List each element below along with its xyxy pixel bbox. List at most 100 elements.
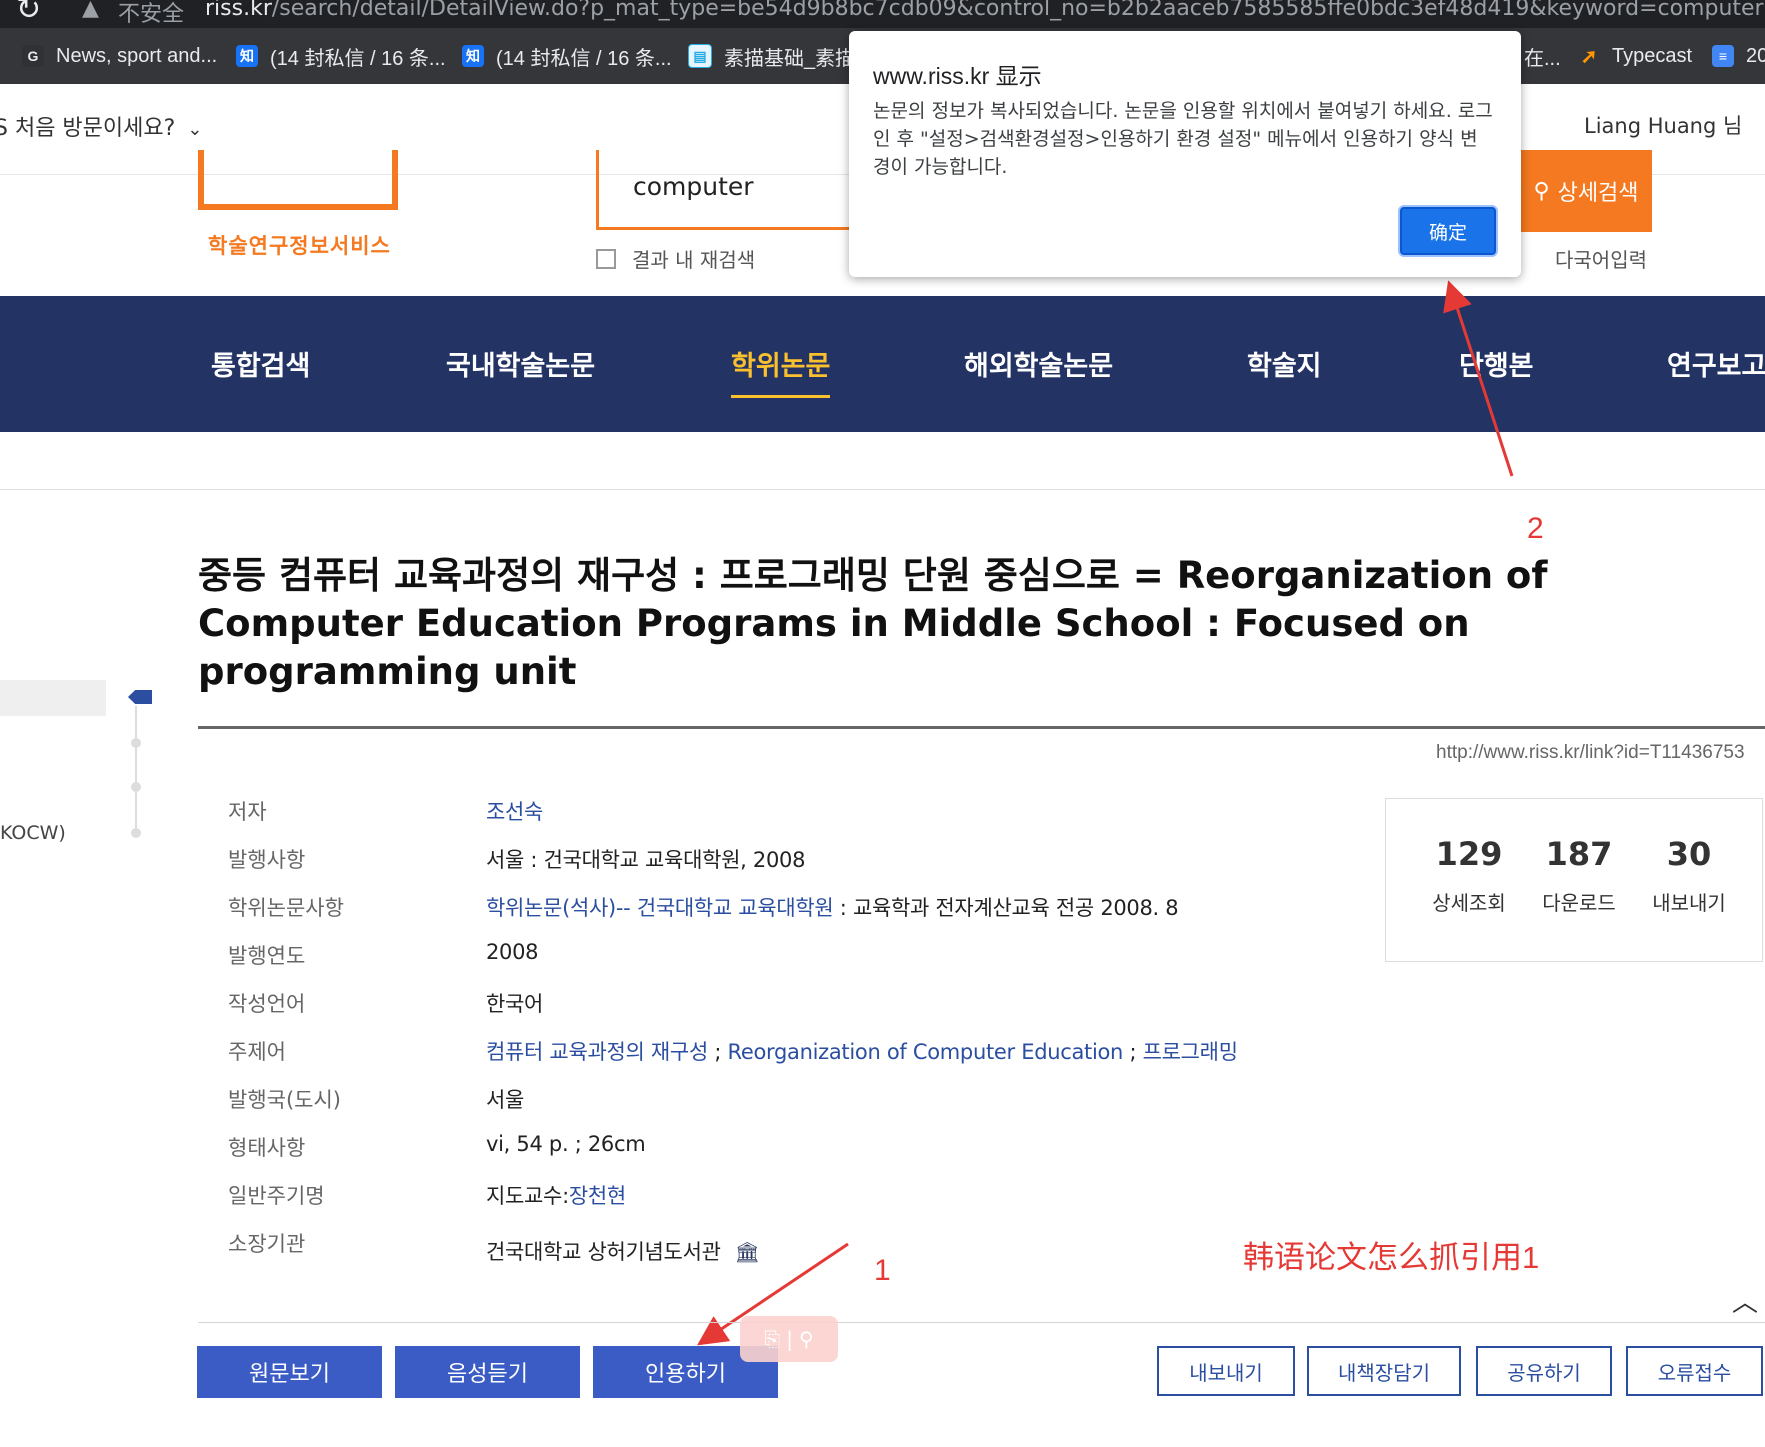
- nav-books[interactable]: 단행본: [1459, 344, 1534, 383]
- bookmark-item[interactable]: 在...: [1524, 44, 1561, 70]
- search-icon[interactable]: ⚲: [799, 1327, 814, 1351]
- meta-value: 건국대학교 상허기념도서관 🏛: [486, 1236, 760, 1266]
- nav-dissertations[interactable]: 학위논문: [731, 344, 831, 398]
- bookmark-label: News, sport and...: [56, 44, 218, 67]
- actions-divider: [198, 1322, 1765, 1323]
- meta-label: 형태사항: [228, 1136, 306, 1160]
- author-link[interactable]: 조선숙: [486, 796, 543, 826]
- nav-domestic-papers[interactable]: 국내학술논문: [446, 344, 595, 383]
- report-error-button[interactable]: 오류접수: [1626, 1346, 1763, 1396]
- floating-toolbar[interactable]: ⎘ | ⚲: [740, 1316, 838, 1362]
- library-building-icon[interactable]: 🏛: [735, 1240, 760, 1264]
- reload-icon[interactable]: ↻: [16, 0, 41, 27]
- side-ocw-label[interactable]: KOCW): [0, 822, 66, 844]
- nav-research-reports[interactable]: 연구보고서: [1667, 344, 1765, 383]
- search-input[interactable]: computer: [596, 150, 856, 230]
- degree-link[interactable]: 학위논문(석사)-- 건국대학교 교육대학원: [486, 896, 834, 920]
- subject-separator: ;: [1123, 1040, 1143, 1064]
- research-within-option[interactable]: 결과 내 재검색: [596, 244, 755, 273]
- timeline-dot: [131, 782, 141, 792]
- first-visit-label: S 처음 방문이세요?: [0, 116, 176, 141]
- bookmark-item[interactable]: 知 (14 封私信 / 16 条...: [462, 44, 672, 70]
- bookmark-label: 20: [1746, 44, 1765, 67]
- stat-views: 129 상세조회: [1414, 835, 1524, 916]
- advanced-search-button[interactable]: ⚲ 상세검색: [1520, 150, 1652, 232]
- google-news-icon: G: [22, 45, 44, 67]
- meta-label: 저자: [228, 800, 267, 824]
- folder-icon: ≡: [1712, 45, 1734, 67]
- view-original-button[interactable]: 원문보기: [197, 1346, 382, 1398]
- url-path: /search/detail/DetailView.do?p_mat_type=…: [271, 0, 1764, 21]
- bookmark-item[interactable]: ≡ 20: [1712, 44, 1765, 68]
- alert-dialog: www.riss.kr 显示 논문의 정보가 복사되었습니다. 논문을 인용할 …: [849, 31, 1521, 277]
- add-to-bookshelf-button[interactable]: 내책장담기: [1307, 1346, 1461, 1396]
- bookmark-label: 在...: [1524, 47, 1561, 70]
- meta-value: 서울: [486, 1088, 525, 1112]
- nav-journals[interactable]: 학술지: [1247, 344, 1322, 383]
- usage-stats: 129 상세조회 187 다운로드 30 내보내기: [1385, 798, 1763, 962]
- meta-publisher: 발행사항 서울 : 건국대학교 교육대학원, 2008: [228, 844, 1328, 884]
- meta-label: 일반주기명: [228, 1184, 325, 1208]
- advanced-search-label: 상세검색: [1557, 181, 1639, 206]
- subject-link[interactable]: 프로그래밍: [1143, 1040, 1238, 1064]
- advisor-link[interactable]: 장천현: [569, 1184, 626, 1208]
- zhihu-icon: 知: [236, 45, 258, 67]
- url-field[interactable]: riss.kr/search/detail/DetailView.do?p_ma…: [205, 0, 1764, 21]
- first-visit-menu[interactable]: S 처음 방문이세요? ⌄: [0, 110, 202, 142]
- meta-author: 저자 조선숙: [228, 796, 1328, 836]
- stat-label: 상세조회: [1432, 891, 1506, 915]
- multilang-input-link[interactable]: 다국어입력: [1555, 244, 1647, 273]
- meta-label: 작성언어: [228, 992, 306, 1016]
- bookmark-item[interactable]: ➚ Typecast: [1578, 44, 1692, 68]
- nav-integrated-search[interactable]: 통합검색: [211, 344, 310, 383]
- listen-button[interactable]: 음성듣기: [395, 1346, 580, 1398]
- meta-label: 학위논문사항: [228, 896, 344, 920]
- permalink[interactable]: http://www.riss.kr/link?id=T11436753: [1436, 742, 1745, 764]
- stat-value: 30: [1666, 835, 1712, 873]
- meta-value: vi, 54 p. ; 26cm: [486, 1132, 646, 1156]
- dialog-title: www.riss.kr 显示: [873, 63, 1042, 89]
- warning-icon[interactable]: ▲: [82, 0, 99, 21]
- meta-value: 서울 : 건국대학교 교육대학원, 2008: [486, 848, 806, 872]
- meta-holding: 소장기관 건국대학교 상허기념도서관 🏛: [228, 1228, 1328, 1268]
- share-button[interactable]: 공유하기: [1476, 1346, 1612, 1396]
- annotation-step-1: 1: [874, 1254, 891, 1287]
- toolbar-separator: |: [786, 1327, 794, 1351]
- logo-subtitle: 학술연구정보서비스: [208, 234, 391, 258]
- user-greeting[interactable]: Liang Huang 님: [1584, 110, 1742, 140]
- title-divider: [198, 726, 1765, 729]
- meta-label: 발행사항: [228, 848, 306, 872]
- stat-exports: 30 내보내기: [1634, 835, 1744, 916]
- chevron-up-icon[interactable]: ︿: [1732, 1282, 1758, 1319]
- side-menu-item[interactable]: [0, 680, 106, 716]
- nav-overseas-papers[interactable]: 해외학술논문: [964, 344, 1113, 383]
- research-within-checkbox[interactable]: [596, 248, 616, 269]
- bookmark-item[interactable]: ▤ 素描基础_素描入: [688, 44, 875, 70]
- meta-note: 일반주기명 지도교수:장천현: [228, 1180, 1328, 1220]
- note-prefix: 지도교수:: [486, 1184, 569, 1208]
- meta-value: 한국어: [486, 992, 544, 1016]
- translate-icon[interactable]: ⎘: [764, 1327, 780, 1351]
- stat-label: 내보내기: [1652, 891, 1726, 915]
- subject-link[interactable]: Reorganization of Computer Education: [728, 1040, 1124, 1064]
- bookmark-label: (14 封私信 / 16 条...: [496, 47, 672, 70]
- stat-downloads: 187 다운로드: [1524, 835, 1634, 916]
- export-button[interactable]: 내보내기: [1157, 1346, 1295, 1396]
- meta-country: 발행국(도시) 서울: [228, 1084, 1328, 1124]
- riss-logo[interactable]: 학술연구정보서비스: [196, 150, 406, 270]
- bookmark-item[interactable]: G News, sport and...: [22, 44, 217, 68]
- subject-link[interactable]: 컴퓨터 교육과정의 재구성: [486, 1040, 708, 1064]
- meta-label: 발행국(도시): [228, 1088, 341, 1112]
- meta-value: 지도교수:장천현: [486, 1180, 626, 1210]
- meta-value: 학위논문(석사)-- 건국대학교 교육대학원 : 교육학과 전자계산교육 전공 …: [486, 892, 1179, 922]
- meta-value: 컴퓨터 교육과정의 재구성 ; Reorganization of Comput…: [486, 1036, 1238, 1066]
- dialog-message: 논문의 정보가 복사되었습니다. 논문을 인용할 위치에서 붙여넣기 하세요. …: [873, 100, 1493, 178]
- bookmark-item[interactable]: 知 (14 封私信 / 16 条...: [236, 44, 446, 70]
- bilibili-icon: ▤: [688, 44, 712, 68]
- stat-label: 다운로드: [1542, 891, 1616, 915]
- annotation-caption: 韩语论文怎么抓引用1: [1243, 1240, 1540, 1275]
- zhihu-icon: 知: [462, 45, 484, 67]
- confirm-button[interactable]: 确定: [1400, 207, 1496, 255]
- logo-mark: [198, 150, 398, 210]
- security-label[interactable]: 不安全: [118, 0, 184, 28]
